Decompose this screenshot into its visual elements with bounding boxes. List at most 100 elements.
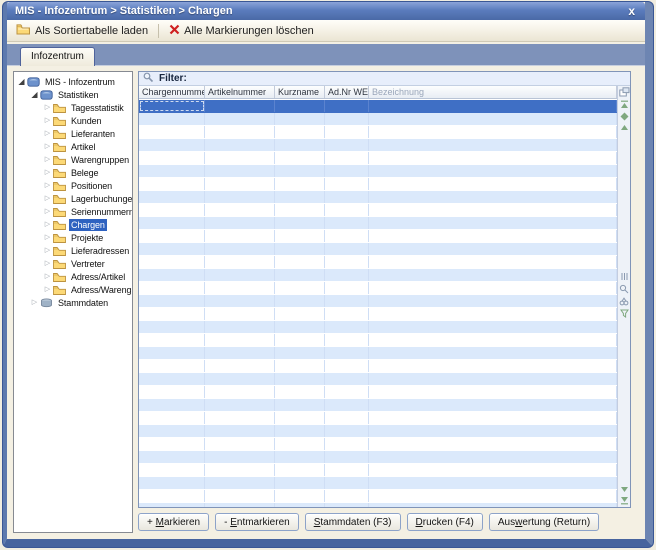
tree-item-positionen[interactable]: ▷Positionen <box>14 179 132 192</box>
tree-item-warengruppen[interactable]: ▷Warengruppen <box>14 153 132 166</box>
scroll-up-icon[interactable] <box>620 124 629 131</box>
markieren-button[interactable]: + Markieren <box>138 513 209 531</box>
scroll-bottom-icon[interactable] <box>620 496 629 505</box>
expand-expander-icon[interactable]: ▷ <box>43 194 52 203</box>
entmarkieren-button[interactable]: - Entmarkieren <box>215 513 299 531</box>
column-header-ad-nr-we[interactable]: Ad.Nr WE <box>325 86 369 98</box>
tab-infozentrum[interactable]: Infozentrum <box>20 47 95 66</box>
tree-item-vertreter[interactable]: ▷Vertreter <box>14 257 132 270</box>
table-row[interactable] <box>139 464 617 477</box>
expand-expander-icon[interactable]: ▷ <box>43 233 52 242</box>
tree-item-chargen[interactable]: ▷Chargen <box>14 218 132 231</box>
table-row[interactable] <box>139 412 617 425</box>
table-row[interactable] <box>139 425 617 438</box>
columns-icon[interactable] <box>620 272 629 281</box>
scroll-marker-icon[interactable] <box>620 112 629 121</box>
collapse-expander-icon[interactable]: ◢ <box>30 90 39 99</box>
column-header-kurzname[interactable]: Kurzname <box>275 86 325 98</box>
table-row[interactable] <box>139 451 617 464</box>
clear-marks-button[interactable]: Alle Markierungen löschen <box>165 23 318 39</box>
table-row[interactable] <box>139 438 617 451</box>
table-row[interactable] <box>139 399 617 412</box>
table-row[interactable] <box>139 152 617 165</box>
table-cell <box>369 464 617 476</box>
scroll-top-icon[interactable] <box>620 100 629 109</box>
expand-expander-icon[interactable]: ▷ <box>43 168 52 177</box>
expand-expander-icon[interactable]: ▷ <box>43 285 52 294</box>
table-row[interactable] <box>139 191 617 204</box>
filter-icon[interactable] <box>620 309 629 318</box>
table-row[interactable] <box>139 126 617 139</box>
find-icon[interactable] <box>619 297 629 306</box>
tree-item-kunden[interactable]: ▷Kunden <box>14 114 132 127</box>
expand-expander-icon[interactable]: ▷ <box>43 103 52 112</box>
column-header-artikelnummer[interactable]: Artikelnummer <box>205 86 275 98</box>
table-row[interactable] <box>139 230 617 243</box>
tree-item-artikel[interactable]: ▷Artikel <box>14 140 132 153</box>
stammdaten-f3-button[interactable]: Stammdaten (F3) <box>305 513 401 531</box>
tree-item-stammdaten[interactable]: ▷Stammdaten <box>14 296 132 309</box>
expand-expander-icon[interactable]: ▷ <box>43 155 52 164</box>
table-row[interactable] <box>139 360 617 373</box>
table-cell <box>205 477 275 489</box>
table-cell <box>325 217 369 229</box>
column-header-chargennummer[interactable]: Chargennummer▼ <box>139 86 205 98</box>
table-row[interactable] <box>139 282 617 295</box>
expand-expander-icon[interactable]: ▷ <box>43 142 52 151</box>
table-row[interactable] <box>139 204 617 217</box>
table-row[interactable] <box>139 139 617 152</box>
auswertung-return-button[interactable]: Auswertung (Return) <box>489 513 599 531</box>
table-row[interactable] <box>139 113 617 126</box>
table-row[interactable] <box>139 295 617 308</box>
expand-expander-icon[interactable]: ▷ <box>43 259 52 268</box>
expand-expander-icon[interactable]: ▷ <box>30 298 39 307</box>
expand-expander-icon[interactable]: ▷ <box>43 116 52 125</box>
tree-item-statistiken[interactable]: ◢Statistiken <box>14 88 132 101</box>
expand-expander-icon[interactable]: ▷ <box>43 129 52 138</box>
table-row[interactable] <box>139 490 617 503</box>
table-row[interactable] <box>139 217 617 230</box>
zoom-icon[interactable] <box>619 284 629 294</box>
tree-item-lieferadressen[interactable]: ▷Lieferadressen <box>14 244 132 257</box>
drucken-f4-button[interactable]: Drucken (F4) <box>407 513 483 531</box>
tree-item-lieferanten[interactable]: ▷Lieferanten <box>14 127 132 140</box>
selected-table-row[interactable] <box>139 100 617 113</box>
column-chooser-icon[interactable] <box>619 87 630 97</box>
close-icon[interactable]: x <box>626 5 637 17</box>
expand-expander-icon[interactable]: ▷ <box>43 220 52 229</box>
column-header-bezeichnung[interactable]: Bezeichnung <box>369 86 617 98</box>
folder-icon <box>53 272 66 282</box>
table-row[interactable] <box>139 256 617 269</box>
expand-expander-icon[interactable]: ▷ <box>43 207 52 216</box>
table-cell <box>275 139 325 151</box>
tree-item-lagerbuchungen[interactable]: ▷Lagerbuchungen <box>14 192 132 205</box>
table-row[interactable] <box>139 165 617 178</box>
tree-item-adress-warengruppen[interactable]: ▷Adress/Warengruppen <box>14 283 132 296</box>
table-row[interactable] <box>139 477 617 490</box>
tree-item-adress-artikel[interactable]: ▷Adress/Artikel <box>14 270 132 283</box>
table-row[interactable] <box>139 243 617 256</box>
load-sort-table-button[interactable]: Als Sortiertabelle laden <box>12 22 152 39</box>
tree-item-belege[interactable]: ▷Belege <box>14 166 132 179</box>
scroll-down-icon[interactable] <box>620 486 629 493</box>
table-row[interactable] <box>139 308 617 321</box>
table-cell <box>205 438 275 450</box>
collapse-expander-icon[interactable]: ◢ <box>17 77 26 86</box>
table-row[interactable] <box>139 269 617 282</box>
table-cell <box>275 178 325 190</box>
tree-item-projekte[interactable]: ▷Projekte <box>14 231 132 244</box>
tree-item-seriennummern[interactable]: ▷Seriennummern <box>14 205 132 218</box>
table-row[interactable] <box>139 347 617 360</box>
filter-row[interactable]: Filter: <box>139 72 630 86</box>
tree-item-tagesstatistik[interactable]: ▷Tagesstatistik <box>14 101 132 114</box>
expand-expander-icon[interactable]: ▷ <box>43 246 52 255</box>
tree-item-mis-infozentrum[interactable]: ◢MIS - Infozentrum <box>14 75 132 88</box>
table-row[interactable] <box>139 321 617 334</box>
expand-expander-icon[interactable]: ▷ <box>43 272 52 281</box>
table-row[interactable] <box>139 373 617 386</box>
table-row[interactable] <box>139 334 617 347</box>
table-row[interactable] <box>139 178 617 191</box>
table-row[interactable] <box>139 386 617 399</box>
expand-expander-icon[interactable]: ▷ <box>43 181 52 190</box>
table-row[interactable] <box>139 503 617 507</box>
